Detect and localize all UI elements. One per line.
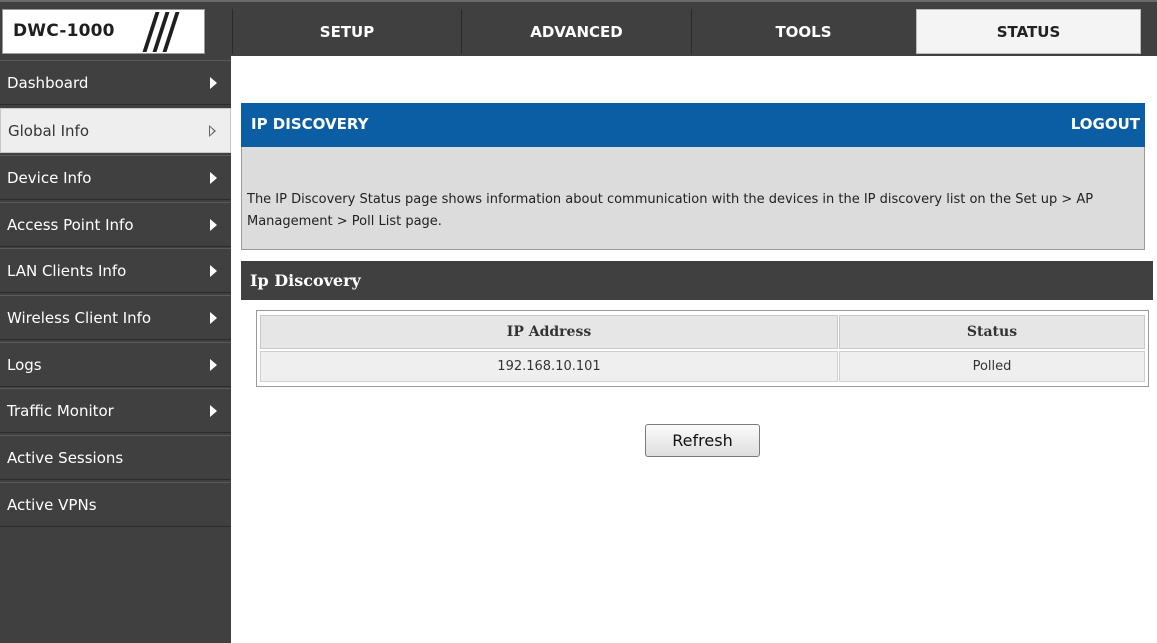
triangle-right-icon <box>210 77 217 89</box>
sidebar-item-label: Access Point Info <box>7 216 134 234</box>
sidebar-item-label: Active VPNs <box>7 496 97 514</box>
triangle-right-icon <box>210 405 217 417</box>
tab-advanced[interactable]: ADVANCED <box>461 9 691 54</box>
triangle-right-icon <box>210 265 217 277</box>
page-description: The IP Discovery Status page shows infor… <box>247 192 1094 229</box>
sidebar-item-active-sessions[interactable]: Active Sessions <box>0 435 231 480</box>
sidebar-item-access-point-info[interactable]: Access Point Info <box>0 202 231 247</box>
triangle-right-icon <box>210 359 217 371</box>
description-box: The IP Discovery Status page shows infor… <box>241 147 1145 250</box>
tab-tools[interactable]: TOOLS <box>691 9 915 54</box>
sidebar: Dashboard Global Info Device Info Access… <box>0 56 231 643</box>
triangle-right-icon <box>210 219 217 231</box>
column-header-status: Status <box>839 315 1145 349</box>
triangle-right-icon <box>210 312 217 324</box>
tab-setup[interactable]: SETUP <box>232 9 461 54</box>
top-navigation-bar: DWC-1000 SETUP ADVANCED TOOLS STATUS <box>0 0 1157 56</box>
triangle-right-icon <box>210 172 217 184</box>
sidebar-item-label: LAN Clients Info <box>7 262 127 280</box>
table-cell-ip-address: 192.168.10.101 <box>260 351 838 382</box>
sidebar-item-wireless-client-info[interactable]: Wireless Client Info <box>0 295 231 340</box>
sidebar-item-label: Active Sessions <box>7 449 124 467</box>
device-logo: DWC-1000 <box>2 9 205 54</box>
sidebar-item-label: Global Info <box>8 122 90 140</box>
ip-discovery-table: IP Address Status 192.168.10.101 Polled <box>256 310 1149 387</box>
section-title: Ip Discovery <box>250 271 361 290</box>
sidebar-item-label: Logs <box>7 356 42 374</box>
sidebar-item-lan-clients-info[interactable]: LAN Clients Info <box>0 248 231 293</box>
panel-header: IP DISCOVERY LOGOUT <box>241 103 1145 147</box>
sidebar-item-label: Dashboard <box>7 74 89 92</box>
tab-status[interactable]: STATUS <box>916 9 1141 54</box>
section-header: Ip Discovery <box>241 261 1153 300</box>
page-title: IP DISCOVERY <box>251 115 369 133</box>
logout-link[interactable]: LOGOUT <box>1071 115 1140 133</box>
sidebar-item-global-info[interactable]: Global Info <box>0 108 231 153</box>
sidebar-item-dashboard[interactable]: Dashboard <box>0 60 231 105</box>
sidebar-item-logs[interactable]: Logs <box>0 342 231 387</box>
sidebar-item-label: Wireless Client Info <box>7 309 152 327</box>
sidebar-item-label: Device Info <box>7 169 92 187</box>
triangle-right-outline-icon <box>209 125 216 137</box>
refresh-button[interactable]: Refresh <box>645 424 760 457</box>
sidebar-item-device-info[interactable]: Device Info <box>0 155 231 200</box>
sidebar-item-label: Traffic Monitor <box>7 402 114 420</box>
column-header-ip-address: IP Address <box>260 315 838 349</box>
device-model: DWC-1000 <box>13 21 115 41</box>
table-cell-status: Polled <box>839 351 1145 382</box>
sidebar-item-active-vpns[interactable]: Active VPNs <box>0 482 231 527</box>
sidebar-item-traffic-monitor[interactable]: Traffic Monitor <box>0 388 231 433</box>
